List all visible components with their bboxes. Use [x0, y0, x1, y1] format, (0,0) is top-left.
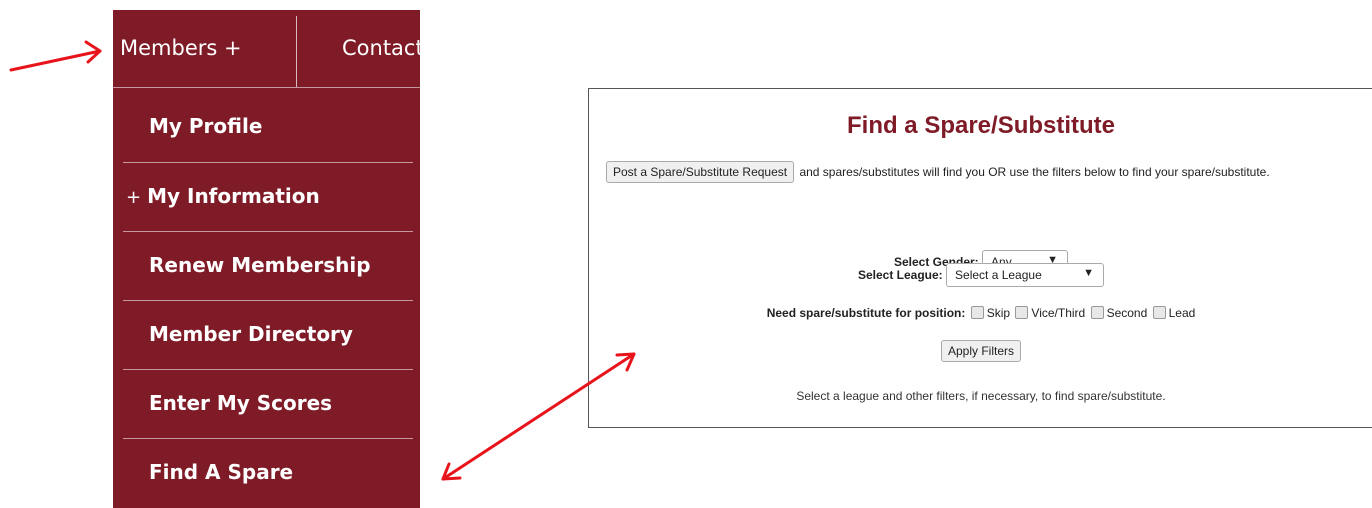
annotation-arrows	[9, 40, 636, 481]
arrow-to-members-icon	[9, 40, 102, 72]
double-arrow-icon	[441, 352, 636, 481]
